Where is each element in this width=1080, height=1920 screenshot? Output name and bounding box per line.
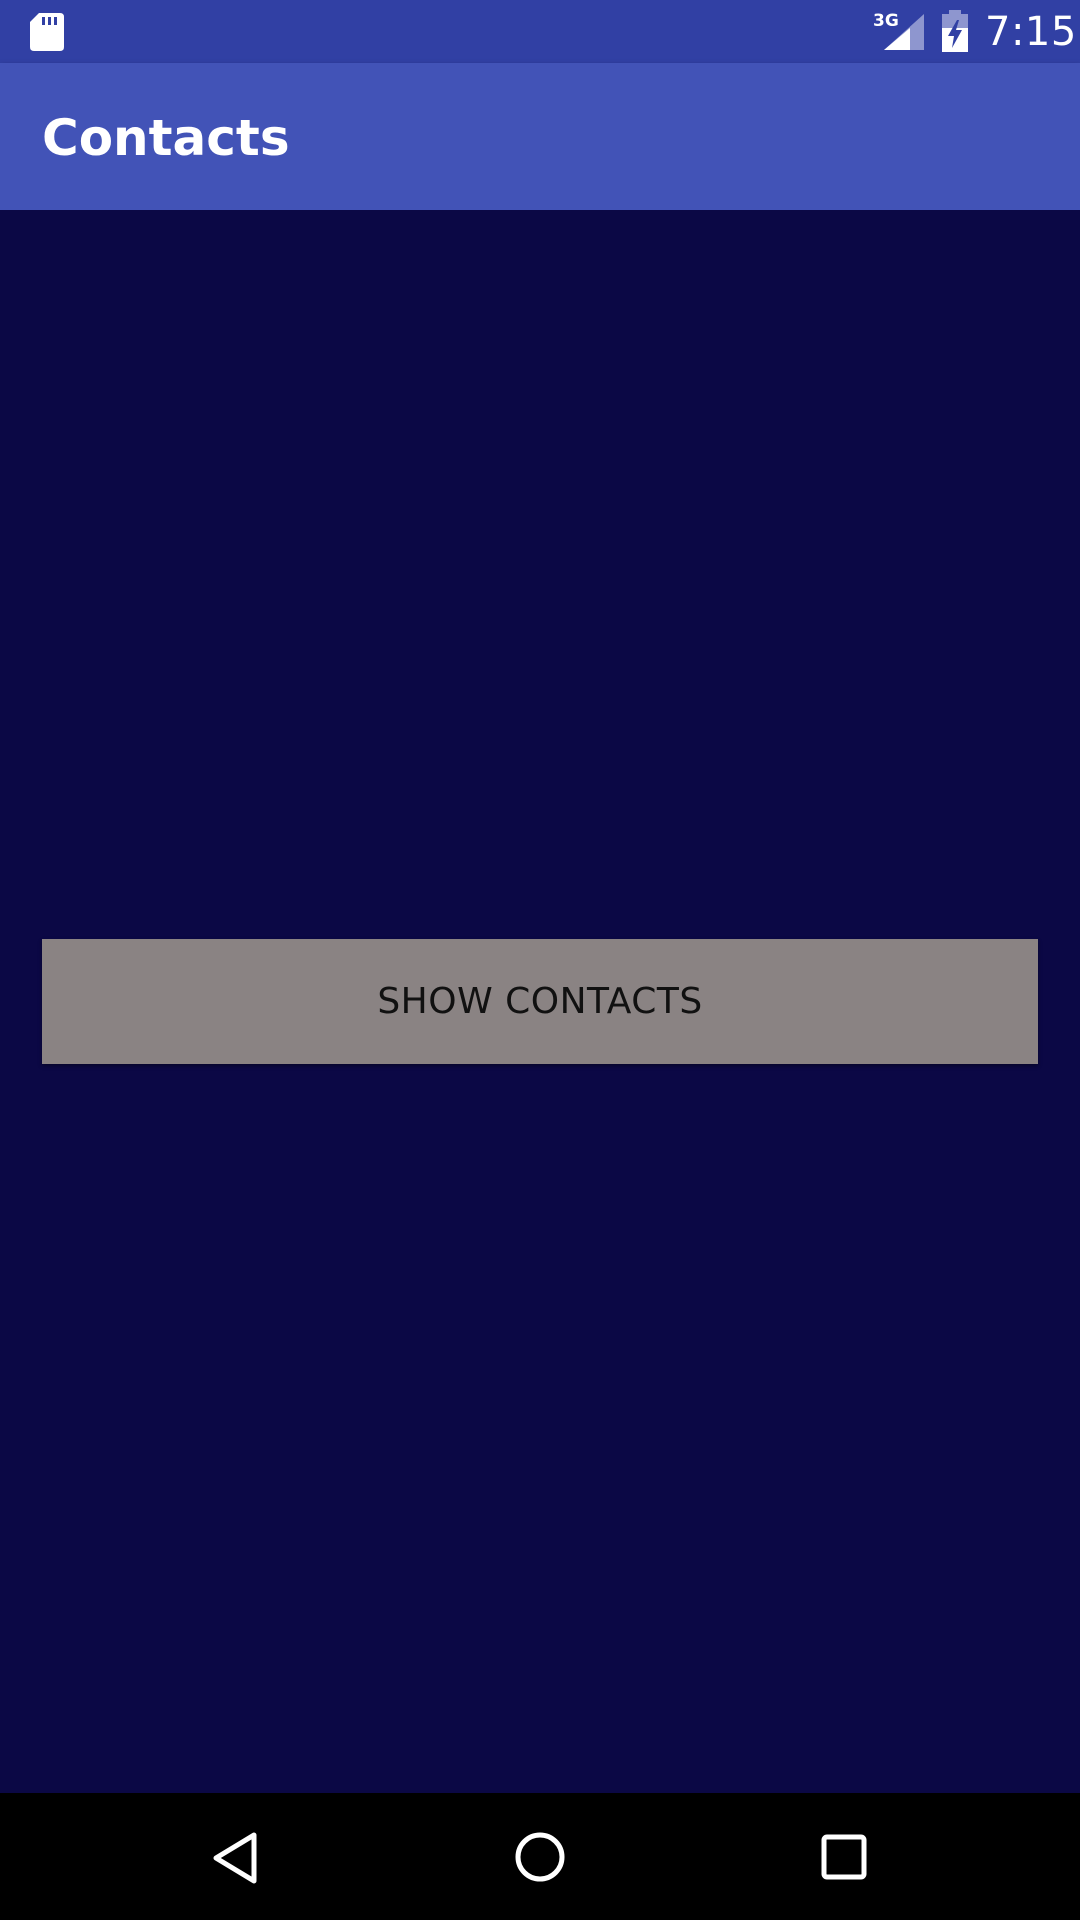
network-type-label: 3G [873,11,899,31]
recents-icon[interactable] [820,1833,868,1881]
status-bar: 3G 7:15 [0,0,1080,63]
battery-charging-icon [942,10,968,52]
signal-icon: 3G [873,11,924,50]
clock: 7:15 [985,9,1077,55]
sd-card-icon [30,13,64,51]
back-icon[interactable] [210,1831,260,1885]
navigation-bar [0,1793,1080,1920]
home-icon[interactable] [512,1829,568,1885]
show-contacts-button[interactable]: SHOW CONTACTS [42,939,1038,1064]
main-content: SHOW CONTACTS [0,210,1080,1793]
app-title: Contacts [42,109,290,167]
screen: 3G 7:15 Contacts SHOW CONTACTS [0,0,1080,1920]
app-bar: Contacts [0,63,1080,210]
